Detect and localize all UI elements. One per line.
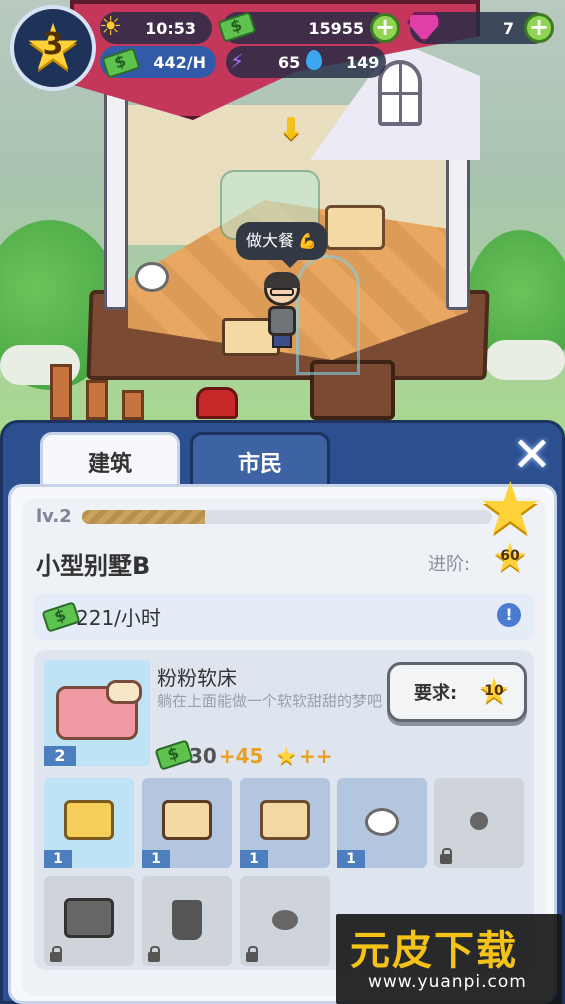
lamp-icon xyxy=(470,812,488,830)
house-window xyxy=(378,60,422,126)
cash-amount: 15955 xyxy=(308,18,364,38)
drop-icon xyxy=(306,50,322,70)
arrow-down-icon[interactable]: ⬇ xyxy=(276,113,306,147)
tab-buildings[interactable]: 建筑 xyxy=(40,432,180,488)
player-level-badge[interactable]: ★ 3 xyxy=(10,5,96,91)
table-icon xyxy=(162,800,212,840)
bolt-icon: ⚡ xyxy=(230,49,245,73)
lock-icon xyxy=(50,946,62,962)
building-name: 小型别墅B xyxy=(36,552,151,580)
slot-count: 1 xyxy=(337,850,365,868)
resident-character[interactable] xyxy=(262,272,302,350)
lock-icon xyxy=(440,848,452,864)
watermark-url: www.yuanpi.com xyxy=(368,972,527,992)
add-cash-button[interactable]: + xyxy=(370,13,400,43)
requirement-star-count: 10 xyxy=(484,683,504,699)
furniture-slot-locked[interactable] xyxy=(44,876,134,966)
star-icon: ★ xyxy=(275,742,297,770)
upgrade-star-badge[interactable]: ★ 60 xyxy=(488,536,532,580)
desk-furniture[interactable] xyxy=(325,205,385,250)
stone-right xyxy=(485,340,565,380)
watermark-logo: 元皮下载 xyxy=(350,928,518,974)
info-icon[interactable]: ! xyxy=(497,603,521,627)
desk-icon xyxy=(260,800,310,840)
energy-amount: 65 xyxy=(278,52,301,72)
tab-residents[interactable]: 市民 xyxy=(190,432,330,488)
item-star-bonus: ++ xyxy=(298,744,333,768)
furniture-slot-table[interactable]: 1 xyxy=(142,778,232,868)
toilet-furniture[interactable] xyxy=(135,262,169,292)
house-pillar-left xyxy=(104,70,128,310)
tv-icon xyxy=(64,898,114,938)
requirement-star-badge: ★ 10 xyxy=(474,672,514,712)
star-icon: ★ xyxy=(478,466,543,550)
furniture-slot-locked[interactable] xyxy=(142,876,232,966)
furniture-slot-locked[interactable] xyxy=(434,778,524,868)
clock-time: 10:53 xyxy=(145,18,196,38)
item-title: 粉粉软床 xyxy=(157,666,237,690)
mailbox[interactable] xyxy=(196,387,238,419)
lock-icon xyxy=(246,946,258,962)
tab-label: 建筑 xyxy=(87,451,132,477)
upgrade-star-count: 60 xyxy=(500,548,520,564)
upgrade-label: 进阶: xyxy=(428,554,471,575)
cash-icon xyxy=(154,739,194,771)
slot-count: 1 xyxy=(240,850,268,868)
item-description: 躺在上面能做一个软软甜甜的梦吧 xyxy=(157,692,383,710)
requirement-label: 要求: xyxy=(414,683,458,704)
sun-icon: ☀ xyxy=(99,12,123,42)
slot-count: 1 xyxy=(44,850,72,868)
income-rate: 442/H xyxy=(153,52,206,72)
item-bonus-income: +45 xyxy=(218,744,264,768)
speech-bubble: 做大餐 💪 xyxy=(236,222,327,268)
level-progress-bar xyxy=(82,510,492,524)
furniture-slot-locked[interactable] xyxy=(240,876,330,966)
tab-label: 市民 xyxy=(237,451,282,477)
gem-amount: 7 xyxy=(502,18,514,38)
water-amount: 149 xyxy=(346,52,380,72)
item-stats: 30 +45 ★ ++ xyxy=(154,739,333,771)
add-gems-button[interactable]: + xyxy=(524,13,554,43)
building-income: 221/小时 xyxy=(76,606,161,630)
item-base-income: 30 xyxy=(189,744,217,768)
plant-icon xyxy=(172,900,202,940)
doorway-outline xyxy=(296,255,360,375)
furniture-slot-bed[interactable]: 1 xyxy=(44,778,134,868)
stool-icon xyxy=(272,910,298,930)
muscle-icon: 💪 xyxy=(298,232,317,250)
bed-icon xyxy=(64,800,114,840)
slot-count: 1 xyxy=(142,850,170,868)
item-count: 2 xyxy=(44,746,76,766)
speech-text: 做大餐 xyxy=(246,231,295,250)
player-level: 3 xyxy=(42,27,64,62)
furniture-slot-desk[interactable]: 1 xyxy=(240,778,330,868)
furniture-slot-toilet[interactable]: 1 xyxy=(337,778,427,868)
toilet-icon xyxy=(365,808,399,836)
building-level: lv.2 xyxy=(36,506,72,527)
lock-icon xyxy=(148,946,160,962)
level-progress-fill xyxy=(82,510,205,524)
